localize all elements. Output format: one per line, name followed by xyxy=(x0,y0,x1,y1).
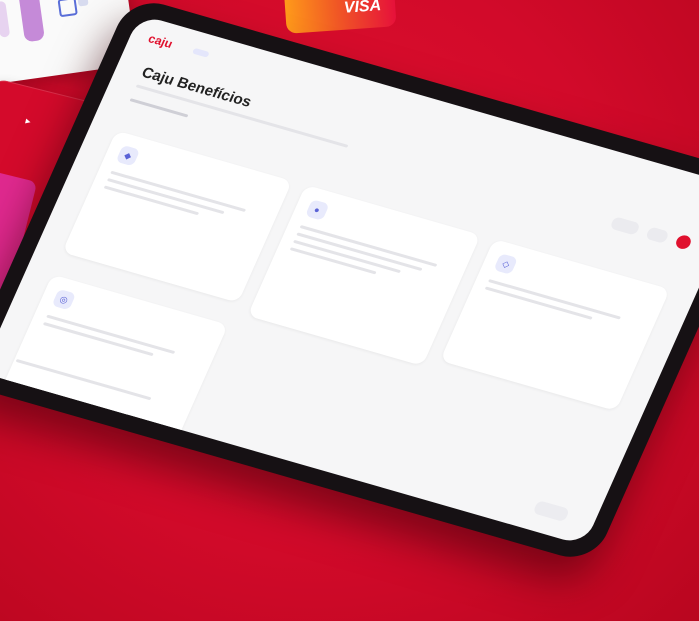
benefit-desc-line xyxy=(42,322,154,357)
benefit-icon-3: ◇ xyxy=(493,253,519,275)
phone-pill-purple xyxy=(16,0,45,43)
avatar[interactable] xyxy=(673,233,694,251)
benefit-desc-line xyxy=(488,279,621,320)
benefit-card-1[interactable]: ◆ xyxy=(62,130,292,303)
phone-square-icon xyxy=(57,0,78,18)
section-label-line xyxy=(129,98,189,118)
visa-card: VISA xyxy=(283,0,397,34)
tablet-device: caju Caju Benefícios ◆ ● ◇ ◎ xyxy=(0,0,699,565)
tablet-screen: caju Caju Benefícios ◆ ● ◇ ◎ xyxy=(0,14,699,546)
benefit-desc-line xyxy=(106,178,225,215)
benefit-desc-line xyxy=(46,314,176,355)
phone-bar-icon xyxy=(74,0,89,7)
app-logo[interactable]: caju xyxy=(146,31,175,51)
benefit-desc-line xyxy=(295,232,423,271)
benefit-icon-4: ◎ xyxy=(51,288,77,311)
phone-pill-light xyxy=(0,0,11,38)
footer-button[interactable] xyxy=(532,500,570,523)
benefit-card-3[interactable]: ◇ xyxy=(440,238,671,412)
benefit-card-2[interactable]: ● xyxy=(247,184,482,367)
visa-logo: VISA xyxy=(343,0,382,17)
card-glyph-icon: ▸ xyxy=(24,115,32,128)
benefit-icon-1: ◆ xyxy=(115,144,141,167)
benefit-icon-2: ● xyxy=(304,199,330,221)
nav-item-active[interactable] xyxy=(191,47,210,58)
